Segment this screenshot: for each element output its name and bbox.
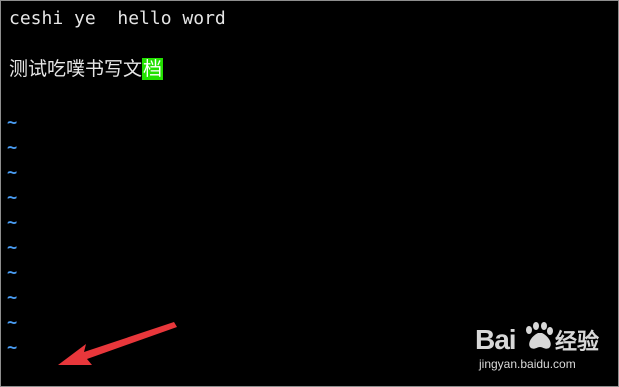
tilde-marker: ~ [7, 238, 18, 258]
tilde-marker: ~ [7, 138, 18, 158]
editor-line-3[interactable]: 测试吃噗书写文档 [9, 58, 164, 80]
editor-line-3-text: 测试吃噗书写文 [9, 58, 143, 80]
tilde-marker: ~ [7, 213, 18, 233]
tilde-marker: ~ [7, 313, 18, 333]
arrow-shape [58, 322, 177, 365]
tilde-marker: ~ [7, 113, 18, 133]
tilde-marker: ~ [7, 263, 18, 283]
svg-text:经验: 经验 [555, 329, 599, 354]
terminal-window[interactable]: ceshi ye hello word 测试吃噗书写文档 ~ ~ ~ ~ ~ ~… [0, 0, 619, 387]
baidu-jingyan-watermark: Bai 经验 jingyan.baidu.com [475, 319, 615, 379]
watermark-url: jingyan.baidu.com [479, 357, 576, 371]
tilde-marker: ~ [7, 163, 18, 183]
baidu-logo-icon: Bai 经验 [475, 322, 599, 355]
tilde-marker: ~ [7, 188, 18, 208]
text-cursor: 档 [142, 58, 164, 80]
editor-line-1[interactable]: ceshi ye hello word [9, 8, 226, 30]
tilde-marker: ~ [7, 338, 18, 358]
tilde-marker: ~ [7, 288, 18, 308]
empty-line-markers: ~ ~ ~ ~ ~ ~ ~ ~ ~ ~ [7, 111, 27, 361]
svg-text:Bai: Bai [475, 324, 516, 355]
annotation-arrow-icon [58, 322, 177, 365]
